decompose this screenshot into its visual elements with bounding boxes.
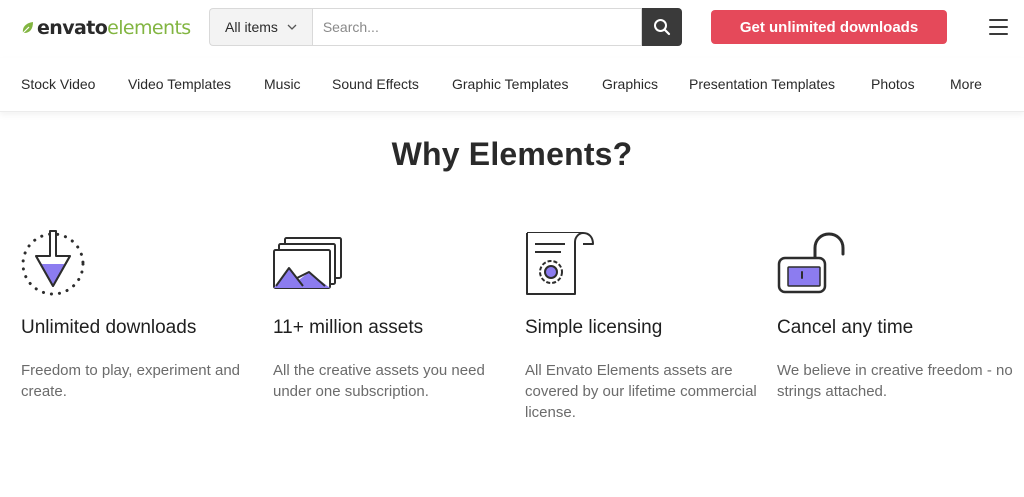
- logo-word-elements: elements: [107, 17, 191, 39]
- hamburger-menu-icon[interactable]: [988, 16, 1010, 36]
- category-dropdown-value: All items: [225, 19, 278, 35]
- nav-item-stock-video[interactable]: Stock Video: [21, 76, 95, 92]
- search-bar: All items: [209, 8, 682, 46]
- search-button[interactable]: [642, 8, 682, 46]
- feature-title: Simple licensing: [525, 317, 663, 338]
- nav-item-graphic-templates[interactable]: Graphic Templates: [452, 76, 568, 92]
- section-heading: Why Elements?: [391, 136, 633, 172]
- feature-description: All the creative assets you need under o…: [273, 362, 485, 400]
- category-nav: Stock Video Video Templates Music Sound …: [0, 58, 1024, 112]
- image-stack-icon: [273, 237, 342, 289]
- feature-description: Freedom to play, experiment and create.: [21, 362, 241, 400]
- search-icon: [654, 19, 671, 36]
- logo-word-envato: envato: [37, 17, 108, 39]
- download-icon: [21, 230, 85, 296]
- feature-description: We believe in creative freedom - no stri…: [777, 362, 1013, 400]
- nav-item-graphics[interactable]: Graphics: [602, 76, 658, 92]
- feature-title: 11+ million assets: [273, 317, 424, 338]
- nav-item-video-templates[interactable]: Video Templates: [128, 76, 231, 92]
- feature-title: Cancel any time: [777, 317, 914, 338]
- get-unlimited-downloads-button[interactable]: Get unlimited downloads: [711, 10, 947, 44]
- nav-item-photos[interactable]: Photos: [871, 76, 915, 92]
- top-header: envatoelements All items Get unlimited d…: [0, 0, 1024, 56]
- unlocked-padlock-icon: [777, 232, 845, 294]
- nav-item-presentation-templates[interactable]: Presentation Templates: [689, 76, 835, 92]
- license-certificate-icon: [526, 232, 594, 295]
- category-dropdown[interactable]: All items: [209, 8, 312, 46]
- envato-elements-logo[interactable]: envato elements: [20, 15, 191, 41]
- nav-item-more[interactable]: More: [950, 76, 982, 92]
- feature-description: All Envato Elements assets are covered b…: [525, 362, 757, 421]
- nav-item-sound-effects[interactable]: Sound Effects: [332, 76, 419, 92]
- nav-item-music[interactable]: Music: [264, 76, 301, 92]
- search-input[interactable]: [311, 8, 643, 46]
- chevron-down-icon: [287, 24, 297, 30]
- feature-title: Unlimited downloads: [21, 317, 197, 338]
- leaf-icon: [22, 22, 33, 34]
